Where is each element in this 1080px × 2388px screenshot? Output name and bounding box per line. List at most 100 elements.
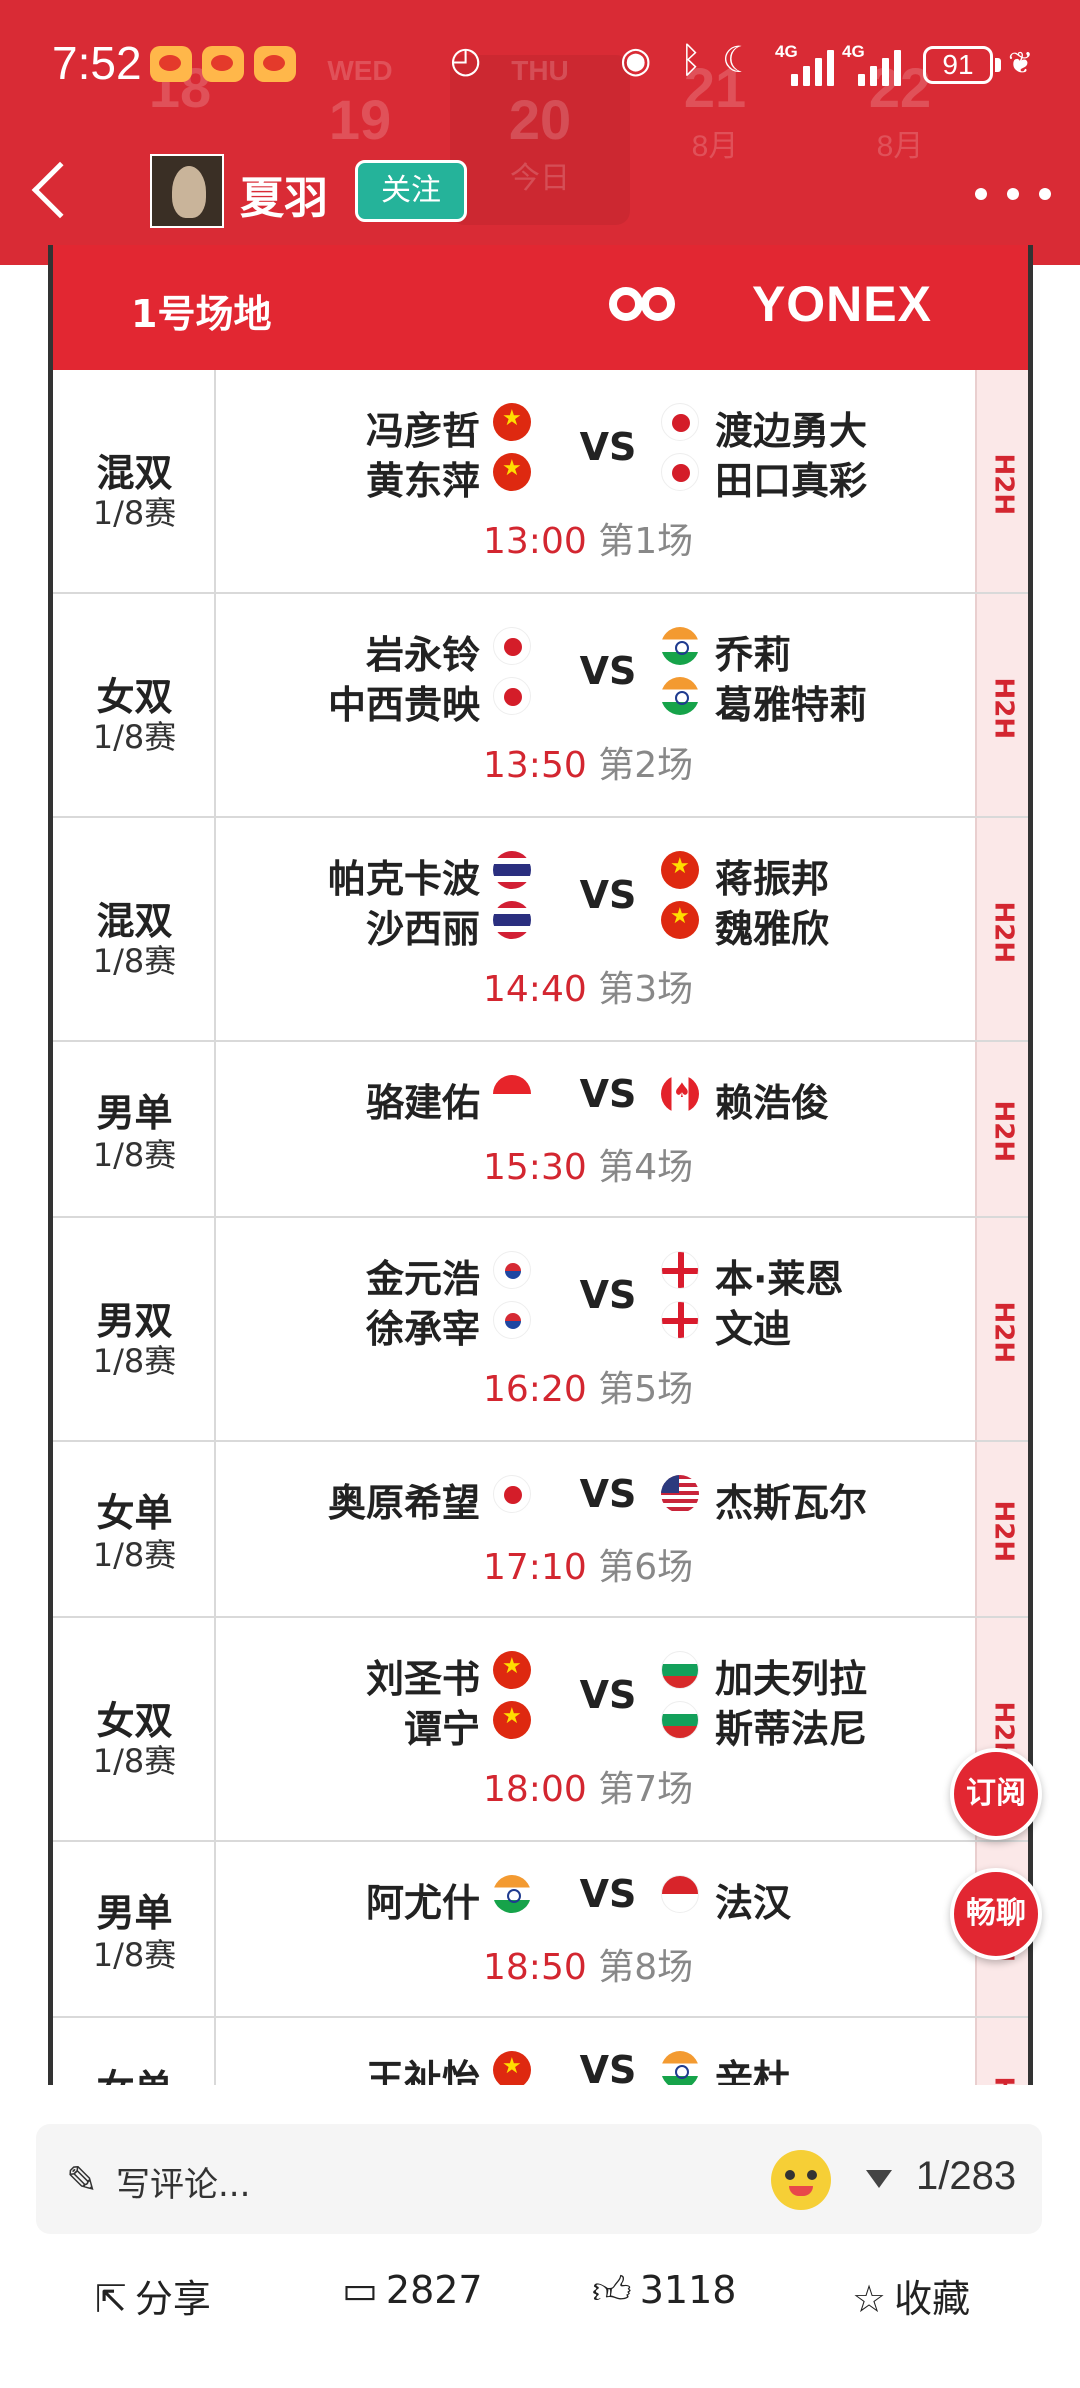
- match-number: 第8场: [598, 1947, 694, 1988]
- player-right: 文迪: [715, 1307, 792, 1351]
- page-indicator[interactable]: 1/283: [916, 2154, 1016, 2199]
- h2h-button[interactable]: H2H: [975, 818, 1028, 1040]
- h2h-button[interactable]: H2H: [975, 1442, 1028, 1616]
- star-icon: ☆: [852, 2277, 887, 2321]
- player-right: 蒋振邦: [715, 857, 830, 901]
- start-time: 13:00: [483, 521, 587, 562]
- china-flag-icon: [661, 851, 699, 889]
- match-row[interactable]: 混双1/8赛 冯彦哲 黄东萍 VS 渡边勇大 田口真彩 13:00 第1场 H2…: [53, 370, 1028, 594]
- match-round: 1/8赛: [92, 1342, 177, 1380]
- chat-button[interactable]: 畅聊: [950, 1868, 1042, 1960]
- canada-flag-icon: [661, 1075, 699, 1113]
- event-type: 男单: [96, 1891, 173, 1935]
- pencil-icon: ✎: [66, 2158, 98, 2202]
- india-flag-icon: [661, 2051, 699, 2085]
- match-category: 男单 1/8赛: [53, 1842, 216, 2016]
- china-flag-icon: [493, 1701, 531, 1739]
- match-row[interactable]: 混双1/8赛 帕克卡波 沙西丽 VS 蒋振邦 魏雅欣 14:40 第3场 H2H: [53, 818, 1028, 1042]
- court-header: 1号场地 YONEX: [53, 245, 1028, 370]
- event-type: 女单: [96, 1491, 173, 1535]
- match-category: 混双 1/8赛: [53, 370, 216, 592]
- match-time: 15:30 第4场: [483, 1138, 693, 1190]
- player-left: 岩永铃: [365, 633, 480, 677]
- usa-flag-icon: [661, 1475, 699, 1513]
- player-left: 王祉怡: [365, 2057, 480, 2085]
- match-time: 18:00 第7场: [483, 1760, 693, 1812]
- follow-button[interactable]: 关注: [355, 160, 467, 222]
- h2h-button[interactable]: H2H: [975, 1042, 1028, 1216]
- japan-flag-icon: [493, 677, 531, 715]
- avatar[interactable]: [150, 154, 224, 228]
- player-right: 渡边勇大: [715, 409, 868, 453]
- match-time: 17:10 第6场: [483, 1538, 693, 1590]
- h2h-button[interactable]: H2H: [975, 594, 1028, 816]
- china-flag-icon: [493, 1651, 531, 1689]
- leaf-icon: ❦: [1008, 46, 1034, 81]
- favorite-button[interactable]: ☆ 收藏: [852, 2268, 970, 2323]
- h2h-button[interactable]: H2H: [975, 1218, 1028, 1440]
- match-round: 1/8赛: [92, 1536, 177, 1574]
- match-category: 女双 1/8赛: [53, 1618, 216, 1840]
- match-row[interactable]: 女双 1/8赛 岩永铃 中西贵映 VS 乔莉 葛雅特莉 13:50 第2场 H2H: [53, 594, 1028, 818]
- player-left: 黄东萍: [365, 459, 480, 503]
- weibo-notification-icon: [254, 46, 296, 82]
- start-time: 18:00: [483, 1769, 587, 1810]
- h2h-label: H2H: [988, 1301, 1019, 1364]
- match-number: 第3场: [598, 969, 694, 1010]
- match-time: 14:40 第3场: [483, 960, 693, 1012]
- court-name: 1号场地: [131, 292, 272, 336]
- match-round: 1/8赛: [92, 1936, 177, 1974]
- match-row[interactable]: 男单1/8赛 阿尤什 VS 法汉 18:50 第8场 H2H: [53, 1842, 1028, 2018]
- match-row[interactable]: 男单1/8赛 骆建佑 VS 赖浩俊 15:30 第4场 H2H: [53, 1042, 1028, 1218]
- h2h-button[interactable]: H2H: [975, 2018, 1028, 2085]
- comments-button[interactable]: ▭ 2827: [342, 2268, 483, 2312]
- more-options-icon[interactable]: [975, 188, 1065, 202]
- eye-icon: ◉: [620, 40, 652, 81]
- bulgaria-flag-icon: [661, 1651, 699, 1689]
- match-row[interactable]: 女单 1/8赛 奥原希望 VS 杰斯瓦尔 17:10 第6场 H2H: [53, 1442, 1028, 1618]
- match-category: 女单: [53, 2018, 216, 2085]
- share-label: 分享: [134, 2277, 211, 2321]
- match-number: 第7场: [598, 1769, 694, 1810]
- singapore-flag-icon: [493, 1075, 531, 1113]
- japan-flag-icon: [661, 403, 699, 441]
- india-flag-icon: [661, 677, 699, 715]
- back-arrow-icon[interactable]: [31, 161, 89, 219]
- comment-input[interactable]: ✎ 写评论... 1/283: [36, 2124, 1042, 2234]
- like-button[interactable]: 👍︎ 3118: [592, 2268, 736, 2314]
- weibo-notification-icon: [202, 46, 244, 82]
- player-left: 中西贵映: [327, 683, 480, 727]
- china-flag-icon: [493, 2051, 531, 2085]
- top-bar: 18 WED 19 THU 20 今日 21 8月 22 8月 7:52 ◴ ◉ ᛒ ☾ …: [0, 0, 1080, 265]
- schedule-card: 1号场地 YONEX 混双1/8赛 冯彦哲 黄东萍 VS 渡边勇大 田口真彩 1…: [48, 245, 1033, 2085]
- england-flag-icon: [661, 1301, 699, 1339]
- h2h-button[interactable]: H2H: [975, 370, 1028, 592]
- match-round: 1/8赛: [92, 1742, 177, 1780]
- thailand-flag-icon: [493, 901, 531, 939]
- moon-icon: ☾: [722, 40, 755, 81]
- japan-flag-icon: [661, 453, 699, 491]
- japan-flag-icon: [493, 627, 531, 665]
- h2h-label: H2H: [988, 1701, 1019, 1764]
- bulgaria-flag-icon: [661, 1701, 699, 1739]
- match-row[interactable]: 女双1/8赛 刘圣书 谭宁 VS 加夫列拉 斯蒂法尼 18:00 第7场 H2H: [53, 1618, 1028, 1842]
- author-name[interactable]: 夏羽: [240, 162, 328, 226]
- emoji-icon[interactable]: [771, 2150, 831, 2210]
- player-right: 本·莱恩: [715, 1257, 844, 1301]
- player-left: 冯彦哲: [365, 409, 480, 453]
- vs-label: VS: [579, 1872, 637, 1916]
- triangle-down-icon[interactable]: [866, 2170, 892, 2188]
- start-time: 16:20: [483, 1369, 587, 1410]
- share-button[interactable]: ⇱ 分享: [95, 2268, 211, 2323]
- share-icon: ⇱: [95, 2277, 127, 2321]
- player-right: 辛杜: [715, 2057, 792, 2085]
- sponsor-brand: YONEX: [751, 276, 932, 332]
- vs-label: VS: [579, 2048, 637, 2085]
- match-row[interactable]: 男双 1/8赛 金元浩 徐承宰 VS 本·莱恩 文迪 16:20 第5场 H2H: [53, 1218, 1028, 1442]
- subscribe-button[interactable]: 订阅: [950, 1748, 1042, 1840]
- match-round: 1/8赛: [92, 718, 177, 756]
- match-category: 男双 1/8赛: [53, 1218, 216, 1440]
- player-left: 阿尤什: [365, 1881, 480, 1925]
- match-row[interactable]: 女单 王祉怡 VS 辛杜 H2H: [53, 2018, 1028, 2085]
- yonex-logo-icon: [609, 287, 683, 327]
